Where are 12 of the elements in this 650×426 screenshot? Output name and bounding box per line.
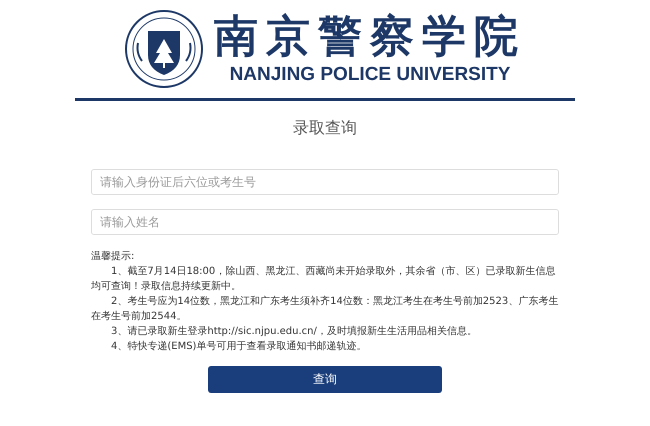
university-name-english: NANJING POLICE UNIVERSITY [230,63,510,87]
page-title: 录取查询 [293,118,357,139]
notice-heading: 温馨提示: [91,250,136,264]
notice-text: 1、截至7月14日18:00，除山西、黑龙江、西藏尚未开始录取外，其余省（市、区）已录取新生信息均可查询！录取信息持续更新中。 [91,264,556,294]
query-button[interactable]: 查询 [208,366,442,393]
input-field[interactable]: 请输入身份证后六位或考生号 [91,169,559,195]
notice-text: 2、考生号应为14位数，黑龙江和广东考生须补齐14位数：黑龙江考生在考生号前加2523、广东考生在考生号前加2544。 [91,294,559,324]
emblem-icon [124,9,204,89]
university-name: 南京警察学院 [214,11,526,63]
notice-text: 4、特快专递(EMS)单号可用于查看录取通知书邮递轨迹。 [110,340,368,354]
input-field[interactable]: 请输入姓名 [91,209,559,235]
notice-text: 3、请已录取新生登录http://sic.njpu.edu.cn/，及时填报新生生活用品相关信息。 [110,324,478,339]
